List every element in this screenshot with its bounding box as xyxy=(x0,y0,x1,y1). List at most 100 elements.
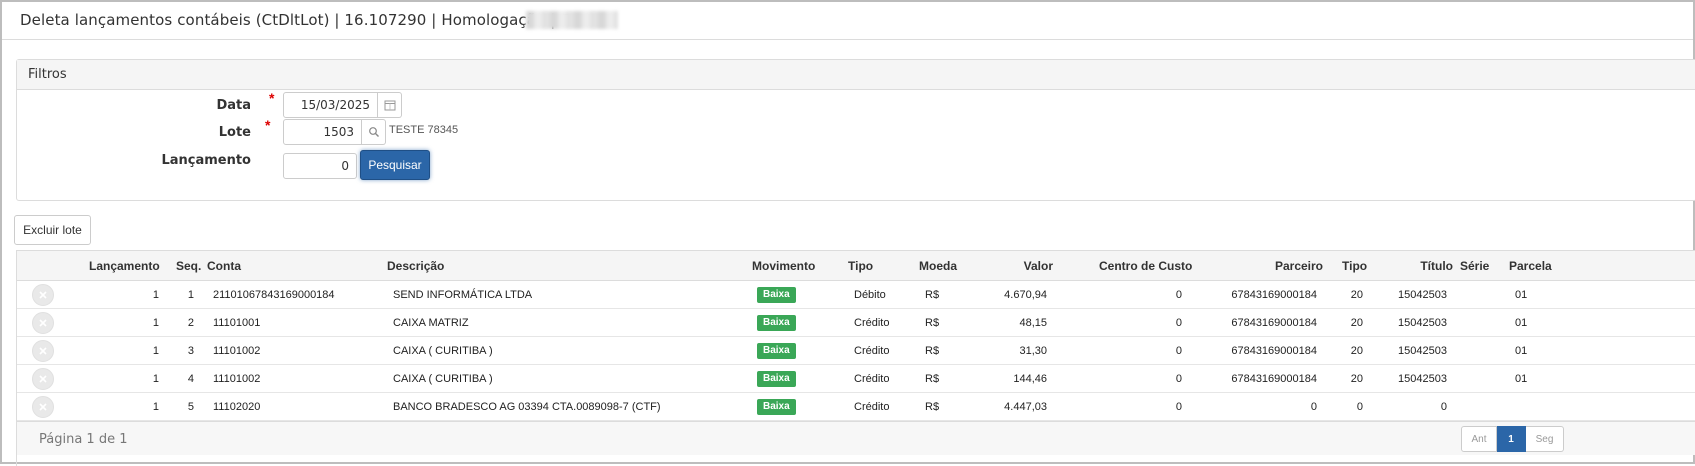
cell-titulo: 0 xyxy=(1440,401,1447,413)
cell-descricao: BANCO BRADESCO AG 03394 CTA.0089098-7 (C… xyxy=(393,401,661,413)
col-moeda[interactable]: Moeda xyxy=(919,259,957,273)
close-icon xyxy=(39,403,47,411)
cell-parcela: 01 xyxy=(1515,289,1528,301)
col-descricao[interactable]: Descrição xyxy=(387,259,444,273)
prev-page-button[interactable]: Ant xyxy=(1461,426,1497,452)
cell-centro-custo: 0 xyxy=(1175,317,1182,329)
delete-row-button[interactable] xyxy=(32,312,54,334)
cell-parcela: 01 xyxy=(1515,345,1528,357)
close-icon xyxy=(39,291,47,299)
cell-valor: 4.447,03 xyxy=(1004,401,1047,413)
cell-descricao: CAIXA ( CURITIBA ) xyxy=(393,373,493,385)
cell-tipo: Crédito xyxy=(854,317,890,329)
delete-row-button[interactable] xyxy=(32,368,54,390)
cell-conta: 11101001 xyxy=(213,317,261,329)
cell-tipo2: 20 xyxy=(1350,289,1363,301)
col-seq[interactable]: Seq. xyxy=(176,259,201,273)
cell-tipo: Crédito xyxy=(854,401,890,413)
table-row[interactable]: 1 3 11101002 CAIXA ( CURITIBA ) Baixa Crédito… xyxy=(17,337,1695,365)
cell-tipo2: 20 xyxy=(1350,317,1363,329)
cell-seq: 2 xyxy=(187,317,194,329)
cell-tipo2: 20 xyxy=(1350,373,1363,385)
close-icon xyxy=(39,347,47,355)
cell-parceiro: 67843169000184 xyxy=(1231,289,1317,301)
cell-moeda: R$ xyxy=(925,401,940,413)
col-valor[interactable]: Valor xyxy=(983,259,1053,273)
cell-valor: 4.670,94 xyxy=(1004,289,1047,301)
cell-descricao: SEND INFORMÁTICA LTDA xyxy=(393,289,533,301)
search-icon xyxy=(368,127,379,137)
table-row[interactable]: 1 5 11102020 BANCO BRADESCO AG 03394 CTA.00… xyxy=(17,393,1695,421)
col-movimento[interactable]: Movimento xyxy=(752,259,815,273)
col-conta[interactable]: Conta xyxy=(207,259,241,273)
calendar-icon xyxy=(384,100,395,111)
col-tipo-parceiro[interactable]: Tipo xyxy=(1342,259,1367,273)
lancamento-field[interactable]: 0 xyxy=(283,153,357,179)
search-button[interactable]: Pesquisar xyxy=(360,150,430,180)
status-badge: Baixa xyxy=(757,399,796,415)
col-parceiro[interactable]: Parceiro xyxy=(1247,259,1323,273)
cell-titulo: 15042503 xyxy=(1398,373,1447,385)
cell-moeda: R$ xyxy=(925,373,940,385)
cell-tipo: Débito xyxy=(854,289,886,301)
delete-row-button[interactable] xyxy=(32,396,54,418)
cell-centro-custo: 0 xyxy=(1175,373,1182,385)
cell-parceiro: 67843169000184 xyxy=(1231,317,1317,329)
col-lancamento[interactable]: Lançamento xyxy=(89,259,160,273)
table-row[interactable]: 1 2 11101001 CAIXA MATRIZ Baixa Crédito R$ 48,1… xyxy=(17,309,1695,337)
col-parcela[interactable]: Parcela xyxy=(1509,259,1552,273)
cell-valor: 144,46 xyxy=(1013,373,1047,385)
cell-tipo: Crédito xyxy=(854,373,890,385)
cell-lancamento: 1 xyxy=(152,401,159,413)
cell-tipo: Crédito xyxy=(854,345,890,357)
data-required-mark: * xyxy=(269,90,275,106)
cell-lancamento: 1 xyxy=(152,317,159,329)
cell-lancamento: 1 xyxy=(152,289,159,301)
cell-centro-custo: 0 xyxy=(1175,401,1182,413)
delete-row-button[interactable] xyxy=(32,340,54,362)
table-row[interactable]: 1 4 11101002 CAIXA ( CURITIBA ) Baixa Crédito… xyxy=(17,365,1695,393)
cell-seq: 1 xyxy=(187,289,194,301)
cell-conta: 21101067843169000184 xyxy=(213,289,335,301)
cell-conta: 11101002 xyxy=(213,345,261,357)
cell-parceiro: 0 xyxy=(1310,401,1317,413)
delete-row-button[interactable] xyxy=(32,284,54,306)
cell-conta: 11102020 xyxy=(213,401,261,413)
col-titulo[interactable]: Título xyxy=(1397,259,1453,273)
delete-batch-button[interactable]: Excluir lote xyxy=(14,215,91,245)
cell-descricao: CAIXA MATRIZ xyxy=(393,317,469,329)
col-tipo[interactable]: Tipo xyxy=(848,259,873,273)
cell-moeda: R$ xyxy=(925,317,940,329)
table-header: Lançamento Seq. Conta Descrição Moviment… xyxy=(17,251,1695,281)
next-page-button[interactable]: Seg xyxy=(1526,426,1564,452)
cell-valor: 31,30 xyxy=(1019,345,1047,357)
cell-parceiro: 67843169000184 xyxy=(1231,345,1317,357)
cell-seq: 4 xyxy=(187,373,194,385)
col-serie[interactable]: Série xyxy=(1460,259,1489,273)
filters-panel: Filtros Data * 15/03/2025 Lote * 1503 TE… xyxy=(16,59,1695,201)
cell-parceiro: 67843169000184 xyxy=(1231,373,1317,385)
table-row[interactable]: 1 1 21101067843169000184 SEND INFORMÁTICA L… xyxy=(17,281,1695,309)
status-badge: Baixa xyxy=(757,287,796,303)
table-footer: Página 1 de 1 Ant 1 Seg xyxy=(17,421,1695,455)
lancamento-label: Lançamento xyxy=(161,153,251,168)
lote-search-button[interactable] xyxy=(362,119,386,145)
col-centro-custo[interactable]: Centro de Custo xyxy=(1099,259,1192,273)
title-bar: Deleta lançamentos contábeis (CtDltLot) … xyxy=(2,2,1693,40)
cell-descricao: CAIXA ( CURITIBA ) xyxy=(393,345,493,357)
close-icon xyxy=(39,319,47,327)
page-1-button[interactable]: 1 xyxy=(1497,426,1526,452)
calendar-button[interactable] xyxy=(378,92,402,118)
lote-field[interactable]: 1503 xyxy=(283,119,362,145)
filters-header: Filtros xyxy=(17,60,1695,90)
redacted-environment-name xyxy=(526,11,618,29)
close-icon xyxy=(39,375,47,383)
cell-tipo2: 0 xyxy=(1356,401,1363,413)
lote-description: TESTE 78345 xyxy=(389,124,459,136)
data-field[interactable]: 15/03/2025 xyxy=(283,92,378,118)
cell-centro-custo: 0 xyxy=(1175,345,1182,357)
cell-parcela: 01 xyxy=(1515,373,1528,385)
cell-moeda: R$ xyxy=(925,345,940,357)
page-info: Página 1 de 1 xyxy=(39,432,128,447)
cell-titulo: 15042503 xyxy=(1398,345,1447,357)
